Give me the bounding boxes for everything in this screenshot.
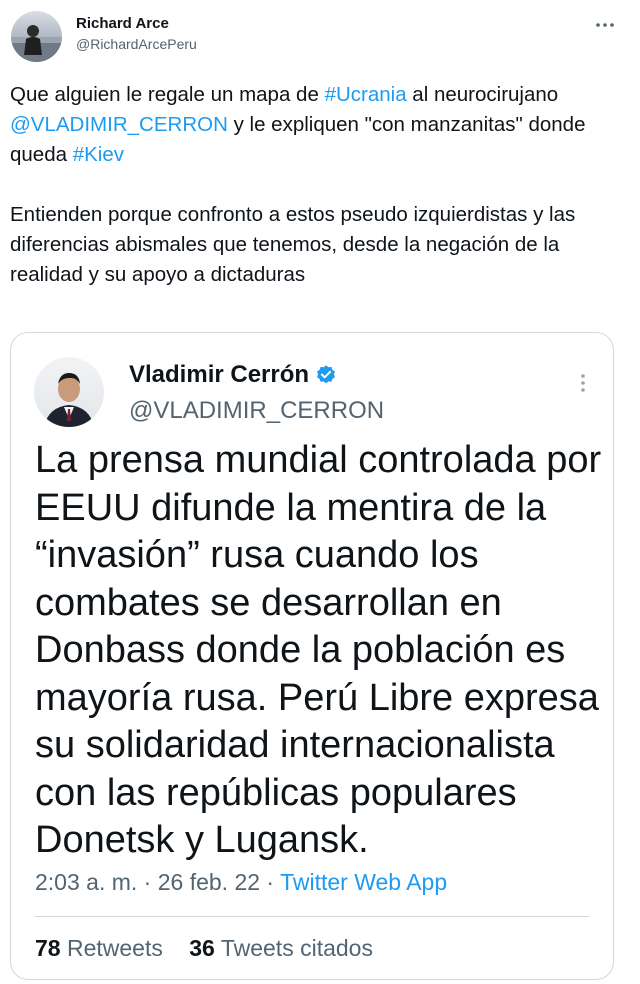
author-avatar-image: [11, 25, 62, 62]
author-handle[interactable]: @RichardArcePeru: [76, 36, 197, 52]
quoted-author-handle[interactable]: @VLADIMIR_CERRON: [129, 397, 384, 425]
author-avatar[interactable]: [11, 11, 62, 62]
quoted-tweet-text: La prensa mundial controlada por EEUU di…: [35, 439, 602, 861]
quoted-tweet-date[interactable]: 26 feb. 22: [158, 869, 260, 895]
tweet-paragraph-2: Entienden porque confronto a estos pseud…: [10, 203, 576, 286]
retweets-stat[interactable]: 78 Retweets: [35, 935, 163, 961]
tweet-paragraph-1: Que alguien le regale un mapa de #Ucrani…: [10, 80, 610, 170]
quoted-author-name[interactable]: Vladimir Cerrón: [129, 361, 337, 389]
quote-tweets-stat[interactable]: 36 Tweets citados: [189, 935, 373, 961]
more-horizontal-icon[interactable]: [592, 12, 618, 38]
retweets-label: Retweets: [66, 935, 163, 961]
quoted-tweet-stats: 78 Retweets 36 Tweets citados: [35, 935, 393, 962]
verified-badge-icon: [317, 365, 335, 384]
hashtag-kiev[interactable]: #Kiev: [73, 143, 124, 166]
tweet-text: Que alguien le regale un mapa de #Ucrani…: [10, 80, 610, 290]
hashtag-ucrania[interactable]: #Ucrania: [325, 83, 407, 106]
tweet-text-segment: al neurocirujano: [406, 83, 559, 106]
quoted-author-avatar-image: [44, 373, 94, 427]
tweet-text-segment: Que alguien le regale un mapa de: [10, 83, 325, 106]
tweet-page: Richard Arce @RichardArcePeru Que alguie…: [0, 0, 640, 984]
quote-tweets-count: 36: [189, 935, 215, 961]
mention-vladimir-cerron[interactable]: @VLADIMIR_CERRON: [10, 113, 228, 136]
quoted-author-name-text: Vladimir Cerrón: [129, 361, 310, 388]
meta-separator: ·: [260, 869, 281, 895]
meta-separator: ·: [137, 869, 158, 895]
quoted-tweet-meta: 2:03 a. m. · 26 feb. 22 · Twitter Web Ap…: [35, 869, 447, 896]
quoted-author-avatar[interactable]: [34, 357, 104, 427]
divider: [35, 916, 589, 917]
quoted-tweet-card[interactable]: Vladimir Cerrón @VLADIMIR_CERRON La pren…: [10, 332, 614, 980]
more-vertical-icon[interactable]: [573, 369, 593, 397]
retweets-count: 78: [35, 935, 61, 961]
quoted-tweet-source[interactable]: Twitter Web App: [280, 869, 447, 895]
author-name[interactable]: Richard Arce: [76, 15, 169, 32]
quoted-tweet-time[interactable]: 2:03 a. m.: [35, 869, 137, 895]
quote-tweets-label: Tweets citados: [220, 935, 373, 961]
